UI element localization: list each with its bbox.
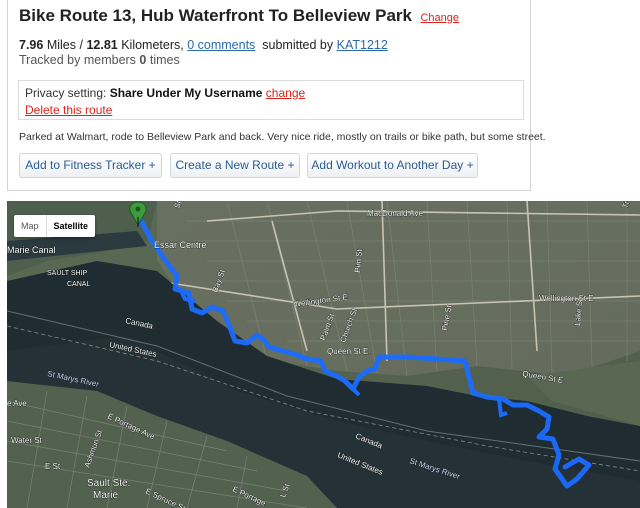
map-view-button[interactable]: Map (14, 215, 47, 237)
queen-st-west-label: Queen St E (327, 347, 368, 356)
comments-link[interactable]: 0 comments (187, 38, 255, 52)
route-title: Bike Route 13, Hub Waterfront To Bellevi… (19, 6, 412, 25)
route-stats: 7.96 Miles / 12.81 Kilometers, 0 comment… (19, 38, 388, 52)
title-row: Bike Route 13, Hub Waterfront To Bellevi… (19, 6, 459, 26)
macdonald-ave-label: MacDonald Ave (367, 209, 423, 218)
miles-unit: Miles / (46, 38, 83, 52)
add-workout-button[interactable]: Add Workout to Another Day + (307, 153, 478, 178)
tracked-suffix: times (149, 53, 180, 67)
route-map[interactable]: MacDonald Ave Tru Essar Centre Marie Can… (7, 201, 640, 508)
water-st-label: Water St (11, 436, 43, 445)
add-to-fitness-tracker-button[interactable]: Add to Fitness Tracker + (19, 153, 162, 178)
privacy-value: Share Under My Username (109, 86, 263, 100)
canal-label: CANAL (67, 281, 90, 288)
privacy-setting: Privacy setting: Share Under My Username… (25, 86, 305, 100)
km-value: 12.81 (86, 38, 118, 52)
marie-label: Marie (93, 490, 118, 501)
tracked-count: Tracked by members 0 times (19, 53, 180, 67)
privacy-change-link[interactable]: change (266, 86, 305, 100)
route-description: Parked at Walmart, rode to Belleview Par… (19, 131, 546, 143)
map-type-toggle: Map Satellite (14, 215, 96, 237)
miles-value: 7.96 (19, 38, 44, 52)
change-title-link[interactable]: Change (420, 12, 459, 24)
delete-route-link[interactable]: Delete this route (25, 103, 112, 117)
satellite-imagery: MacDonald Ave Tru Essar Centre Marie Can… (7, 201, 640, 508)
submitted-by-label: submitted by (262, 38, 334, 52)
e-st-label: E St (45, 462, 61, 471)
satellite-view-button[interactable]: Satellite (47, 215, 96, 237)
marie-canal-label: Marie Canal (7, 245, 56, 255)
create-new-route-button[interactable]: Create a New Route + (170, 153, 300, 178)
privacy-label: Privacy setting: (25, 86, 107, 100)
ave-label: e Ave (7, 399, 27, 408)
sault-ship-label: SAULT SHIP (47, 270, 88, 277)
privacy-box: Privacy setting: Share Under My Username… (18, 80, 524, 120)
wellington-st-east-label: Wellington St E (539, 294, 594, 303)
tracked-prefix: Tracked by members (19, 53, 136, 67)
route-details-card: Bike Route 13, Hub Waterfront To Bellevi… (7, 0, 546, 191)
submitter-link[interactable]: KAT1212 (337, 38, 388, 52)
essar-centre-label: Essar Centre (154, 240, 207, 250)
km-unit: Kilometers, (121, 38, 184, 52)
sault-ste-label: Sault Ste. (87, 478, 130, 489)
tracked-number: 0 (139, 53, 147, 67)
